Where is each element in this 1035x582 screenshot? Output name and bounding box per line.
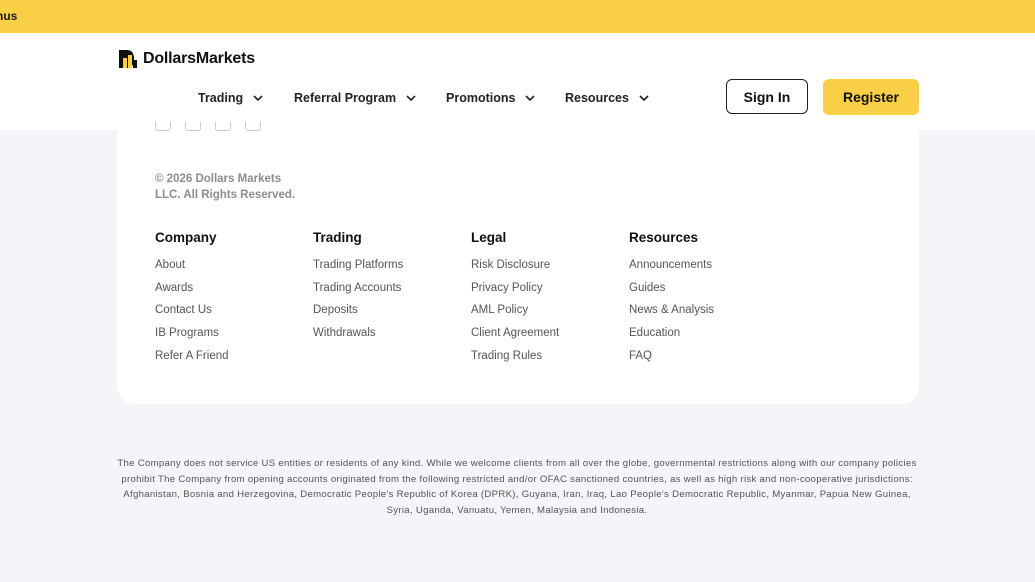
footer-card: © 2026 Dollars Markets LLC. All Rights R… — [117, 122, 919, 404]
footer-link-awards[interactable]: Awards — [155, 282, 229, 305]
nav-referral-program-label: Referral Program — [294, 91, 397, 105]
logo-text: DollarsMarkets — [143, 50, 255, 67]
footer-column-title: Resources — [629, 230, 699, 245]
chevron-down-icon — [253, 95, 263, 101]
social-icons — [155, 122, 261, 131]
social-icon[interactable] — [185, 122, 201, 131]
footer-link-deposits[interactable]: Deposits — [313, 304, 403, 327]
promo-banner[interactable]: nus — [0, 0, 1035, 33]
logo-icon — [118, 49, 140, 69]
social-icon[interactable] — [245, 122, 261, 131]
footer-link-guides[interactable]: Guides — [629, 282, 714, 305]
footer-link-privacy-policy[interactable]: Privacy Policy — [471, 282, 559, 305]
footer-link-about[interactable]: About — [155, 259, 229, 282]
footer-column-resources: Resources Announcements Guides News & An… — [629, 230, 714, 372]
footer-link-announcements[interactable]: Announcements — [629, 259, 714, 282]
footer-link-education[interactable]: Education — [629, 327, 714, 350]
footer-column-legal: Legal Risk Disclosure Privacy Policy AML… — [471, 230, 559, 372]
copyright-line-2: LLC. All Rights Reserved. — [155, 189, 296, 201]
footer-link-ib-programs[interactable]: IB Programs — [155, 327, 229, 350]
nav-referral-program[interactable]: Referral Program — [294, 91, 416, 105]
footer-link-aml-policy[interactable]: AML Policy — [471, 304, 559, 327]
social-icon[interactable] — [155, 122, 171, 131]
nav-trading-label: Trading — [198, 91, 244, 105]
footer-link-trading-platforms[interactable]: Trading Platforms — [313, 259, 403, 282]
social-icon[interactable] — [215, 122, 231, 131]
promo-banner-text: nus — [0, 9, 18, 23]
nav-resources-label: Resources — [565, 91, 629, 105]
chevron-down-icon — [525, 95, 536, 101]
nav-promotions-label: Promotions — [446, 91, 516, 105]
footer-link-contact-us[interactable]: Contact Us — [155, 304, 229, 327]
footer-column-title: Company — [155, 230, 217, 245]
footer-column-title: Trading — [313, 230, 362, 245]
nav-promotions[interactable]: Promotions — [446, 91, 536, 105]
copyright-line-1: © 2026 Dollars Markets — [155, 173, 282, 185]
footer-column-title: Legal — [471, 230, 507, 245]
nav-trading[interactable]: Trading — [198, 91, 263, 105]
nav-resources[interactable]: Resources — [565, 91, 649, 105]
footer-link-withdrawals[interactable]: Withdrawals — [313, 327, 403, 350]
site-header: DollarsMarkets Trading Referral Program … — [0, 33, 1035, 130]
footer-link-refer-a-friend[interactable]: Refer A Friend — [155, 350, 229, 373]
sign-in-button[interactable]: Sign In — [726, 79, 808, 114]
legal-disclaimer: The Company does not service US entities… — [117, 458, 917, 516]
footer-link-client-agreement[interactable]: Client Agreement — [471, 327, 559, 350]
chevron-down-icon — [406, 95, 416, 101]
footer-column-trading: Trading Trading Platforms Trading Accoun… — [313, 230, 403, 350]
chevron-down-icon — [639, 95, 649, 101]
logo[interactable]: DollarsMarkets — [118, 49, 255, 69]
footer-link-trading-rules[interactable]: Trading Rules — [471, 350, 559, 373]
footer-link-trading-accounts[interactable]: Trading Accounts — [313, 282, 403, 305]
footer-link-faq[interactable]: FAQ — [629, 350, 714, 373]
register-button[interactable]: Register — [823, 79, 919, 115]
footer-link-risk-disclosure[interactable]: Risk Disclosure — [471, 259, 559, 282]
copyright: © 2026 Dollars Markets LLC. All Rights R… — [155, 171, 295, 203]
footer-link-news-analysis[interactable]: News & Analysis — [629, 304, 714, 327]
footer-column-company: Company About Awards Contact Us IB Progr… — [155, 230, 229, 372]
